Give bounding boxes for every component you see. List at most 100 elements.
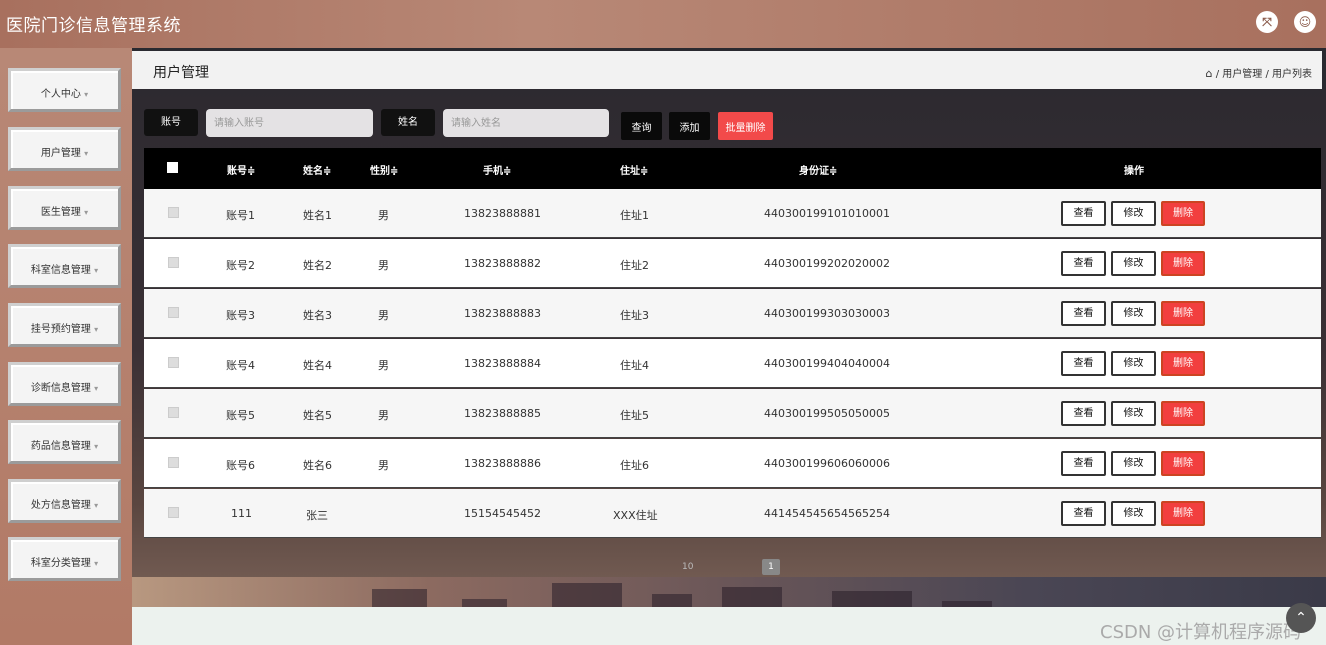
cell-id-card: 440300199101010001 [764, 207, 890, 220]
cell-name: 姓名5 [303, 409, 332, 422]
row-checkbox[interactable] [168, 257, 179, 268]
row-checkbox[interactable] [168, 207, 179, 218]
row-checkbox[interactable] [168, 507, 179, 518]
cell-id-card: 440300199606060006 [764, 457, 890, 470]
main-content: 用户管理 ⌂ / 用户管理 / 用户列表 账号 姓名 查询 添加 批量删除 账号… [132, 48, 1326, 645]
breadcrumb-text[interactable]: / 用户管理 / 用户列表 [1216, 69, 1312, 80]
row-checkbox[interactable] [168, 407, 179, 418]
view-button[interactable]: 查看 [1061, 451, 1106, 476]
edit-button[interactable]: 修改 [1111, 351, 1156, 376]
page-size-select[interactable]: 10 [682, 562, 693, 572]
edit-button[interactable]: 修改 [1111, 301, 1156, 326]
table-row: 账号2 姓名2 男 13823888882 住址2 44030019920202… [144, 239, 1321, 288]
breadcrumb-bar: 用户管理 ⌂ / 用户管理 / 用户列表 [132, 51, 1322, 89]
sidebar: 个人中心 ▾ 用户管理 ▾ 医生管理 ▾ 科室信息管理 ▾ 挂号预约管理 ▾ 诊… [0, 48, 132, 645]
home-icon[interactable]: ⌂ [1206, 67, 1213, 80]
chevron-down-icon: ▾ [94, 559, 99, 568]
sidebar-item-personal-center[interactable]: 个人中心 ▾ [8, 68, 121, 112]
cell-address: 住址3 [620, 309, 649, 322]
row-checkbox[interactable] [168, 307, 179, 318]
sidebar-item-label: 诊断信息管理 [30, 383, 91, 394]
sidebar-item-department-info[interactable]: 科室信息管理 ▾ [8, 244, 121, 288]
page-number-current[interactable]: 1 [762, 559, 780, 575]
view-button[interactable]: 查看 [1061, 401, 1106, 426]
delete-button[interactable]: 删除 [1161, 251, 1205, 276]
table-header: 账号≑ 姓名≑ 性别≑ 手机≑ 住址≑ 身份证≑ 操作 [144, 148, 1321, 189]
sidebar-item-user-management[interactable]: 用户管理 ▾ [8, 127, 121, 171]
watermark: CSDN @计算机程序源码 [1100, 622, 1302, 643]
sidebar-item-label: 科室信息管理 [30, 265, 91, 276]
sidebar-item-diagnosis[interactable]: 诊断信息管理 ▾ [8, 362, 121, 406]
delete-button[interactable]: 删除 [1161, 301, 1205, 326]
row-checkbox[interactable] [168, 457, 179, 468]
cell-phone: 13823888884 [464, 357, 541, 370]
sidebar-item-medicine[interactable]: 药品信息管理 ▾ [8, 420, 121, 464]
chevron-down-icon: ▾ [94, 266, 99, 275]
chevron-down-icon: ▾ [84, 90, 89, 99]
expand-icon[interactable]: ⤧ [1256, 11, 1278, 33]
cell-account: 账号1 [226, 209, 255, 222]
sidebar-item-appointment[interactable]: 挂号预约管理 ▾ [8, 303, 121, 347]
cell-address: 住址4 [620, 359, 649, 372]
chevron-down-icon: ▾ [94, 384, 99, 393]
cell-phone: 13823888881 [464, 207, 541, 220]
delete-button[interactable]: 删除 [1161, 401, 1205, 426]
edit-button[interactable]: 修改 [1111, 251, 1156, 276]
cell-id-card: 440300199303030003 [764, 307, 890, 320]
cell-name: 姓名1 [303, 209, 332, 222]
view-button[interactable]: 查看 [1061, 351, 1106, 376]
cell-account: 账号3 [226, 309, 255, 322]
delete-button[interactable]: 删除 [1161, 201, 1205, 226]
scroll-top-icon[interactable]: ⌃ [1286, 603, 1316, 633]
sidebar-item-department-category[interactable]: 科室分类管理 ▾ [8, 537, 121, 581]
cell-account: 账号4 [226, 359, 255, 372]
sidebar-item-doctor-management[interactable]: 医生管理 ▾ [8, 186, 121, 230]
sidebar-item-label: 个人中心 [40, 89, 81, 100]
view-button[interactable]: 查看 [1061, 301, 1106, 326]
view-button[interactable]: 查看 [1061, 501, 1106, 526]
cell-address: 住址6 [620, 459, 649, 472]
cell-name: 姓名4 [303, 359, 332, 372]
add-button[interactable]: 添加 [669, 112, 710, 140]
edit-button[interactable]: 修改 [1111, 451, 1156, 476]
view-button[interactable]: 查看 [1061, 251, 1106, 276]
delete-button[interactable]: 删除 [1161, 451, 1205, 476]
table-row: 账号4 姓名4 男 13823888884 住址4 44030019940404… [144, 339, 1321, 388]
table-row: 账号6 姓名6 男 13823888886 住址6 44030019960606… [144, 439, 1321, 488]
batch-delete-button[interactable]: 批量删除 [718, 112, 773, 140]
cell-gender: 男 [378, 309, 389, 322]
name-label: 姓名 [381, 109, 435, 136]
column-header-name[interactable]: 姓名≑ [303, 162, 331, 177]
cell-gender: 男 [378, 459, 389, 472]
delete-button[interactable]: 删除 [1161, 351, 1205, 376]
sidebar-item-prescription[interactable]: 处方信息管理 ▾ [8, 479, 121, 523]
column-header-account[interactable]: 账号≑ [227, 162, 255, 177]
column-header-gender[interactable]: 性别≑ [370, 162, 398, 177]
account-search-input[interactable] [206, 109, 373, 137]
row-checkbox[interactable] [168, 357, 179, 368]
column-header-phone[interactable]: 手机≑ [483, 162, 511, 177]
cell-address: 住址1 [620, 209, 649, 222]
delete-button[interactable]: 删除 [1161, 501, 1205, 526]
chevron-down-icon: ▾ [84, 208, 89, 217]
name-search-input[interactable] [443, 109, 609, 137]
user-icon[interactable]: ☺ [1294, 11, 1316, 33]
cell-phone: 13823888885 [464, 407, 541, 420]
edit-button[interactable]: 修改 [1111, 201, 1156, 226]
edit-button[interactable]: 修改 [1111, 401, 1156, 426]
query-button[interactable]: 查询 [621, 112, 662, 140]
view-button[interactable]: 查看 [1061, 201, 1106, 226]
select-all-checkbox[interactable] [167, 162, 178, 173]
sidebar-item-label: 处方信息管理 [30, 500, 91, 511]
sidebar-item-label: 药品信息管理 [30, 441, 91, 452]
cell-phone: 13823888882 [464, 257, 541, 270]
table-row: 111 张三 15154545452 XXX住址 441454545654565… [144, 489, 1321, 538]
cell-gender: 男 [378, 209, 389, 222]
sidebar-item-label: 挂号预约管理 [30, 324, 91, 335]
column-header-id-card[interactable]: 身份证≑ [799, 162, 837, 177]
cell-gender: 男 [378, 259, 389, 272]
edit-button[interactable]: 修改 [1111, 501, 1156, 526]
column-header-address[interactable]: 住址≑ [620, 162, 648, 177]
cell-name: 姓名2 [303, 259, 332, 272]
cell-name: 张三 [306, 509, 328, 522]
